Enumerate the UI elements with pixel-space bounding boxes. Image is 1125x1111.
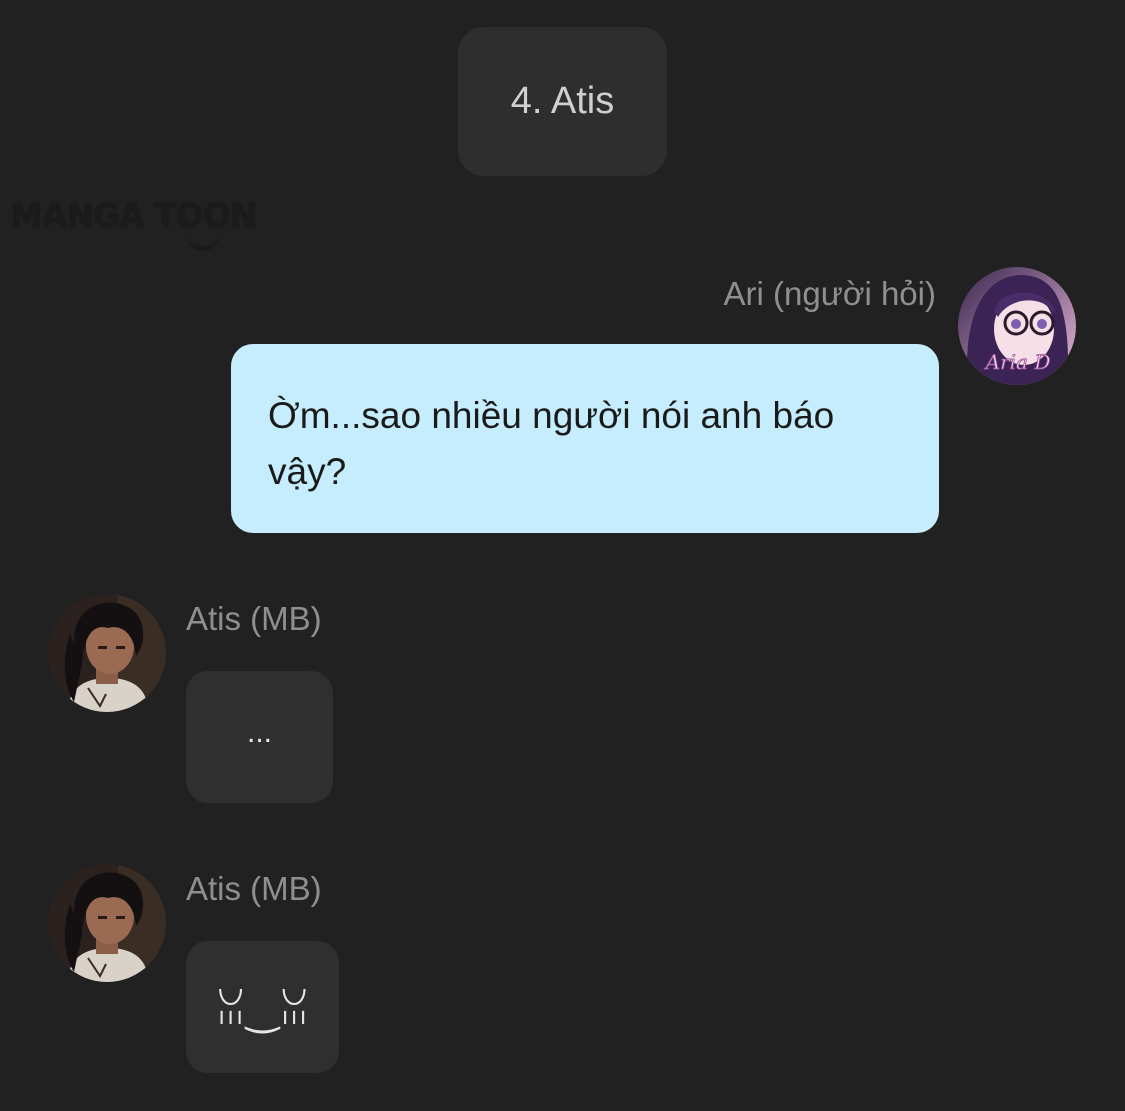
message-bubble-incoming[interactable]: ꈍ‿ꈍ (186, 941, 339, 1073)
watermark-smile-icon (186, 232, 220, 251)
chapter-title: 4. Atis (458, 27, 667, 176)
avatar-atis-image (48, 594, 166, 712)
avatar-atis[interactable] (48, 864, 166, 982)
sender-name-atis: Atis (MB) (186, 870, 322, 907)
mangatoon-watermark: MANGA TOON (10, 196, 257, 235)
avatar-atis-image (48, 864, 166, 982)
avatar-ari-caption: Aria D (984, 350, 1051, 374)
message-text: ... (246, 716, 272, 749)
message-bubble-incoming[interactable]: ... (186, 671, 333, 803)
message-text: ꈍ‿ꈍ (215, 987, 310, 1034)
chapter-title-text: 4. Atis (510, 80, 615, 122)
avatar-atis[interactable] (48, 594, 166, 712)
sender-name-ari: Ari (người hỏi) (723, 275, 936, 312)
avatar-ari[interactable]: Aria D (958, 267, 1076, 385)
avatar-ari-image: Aria D (958, 267, 1076, 385)
message-bubble-outgoing[interactable]: Ờm...sao nhiều người nói anh báo vậy? (231, 344, 939, 533)
message-text: Ờm...sao nhiều người nói anh báo vậy? (268, 395, 835, 492)
sender-name-atis: Atis (MB) (186, 600, 322, 637)
